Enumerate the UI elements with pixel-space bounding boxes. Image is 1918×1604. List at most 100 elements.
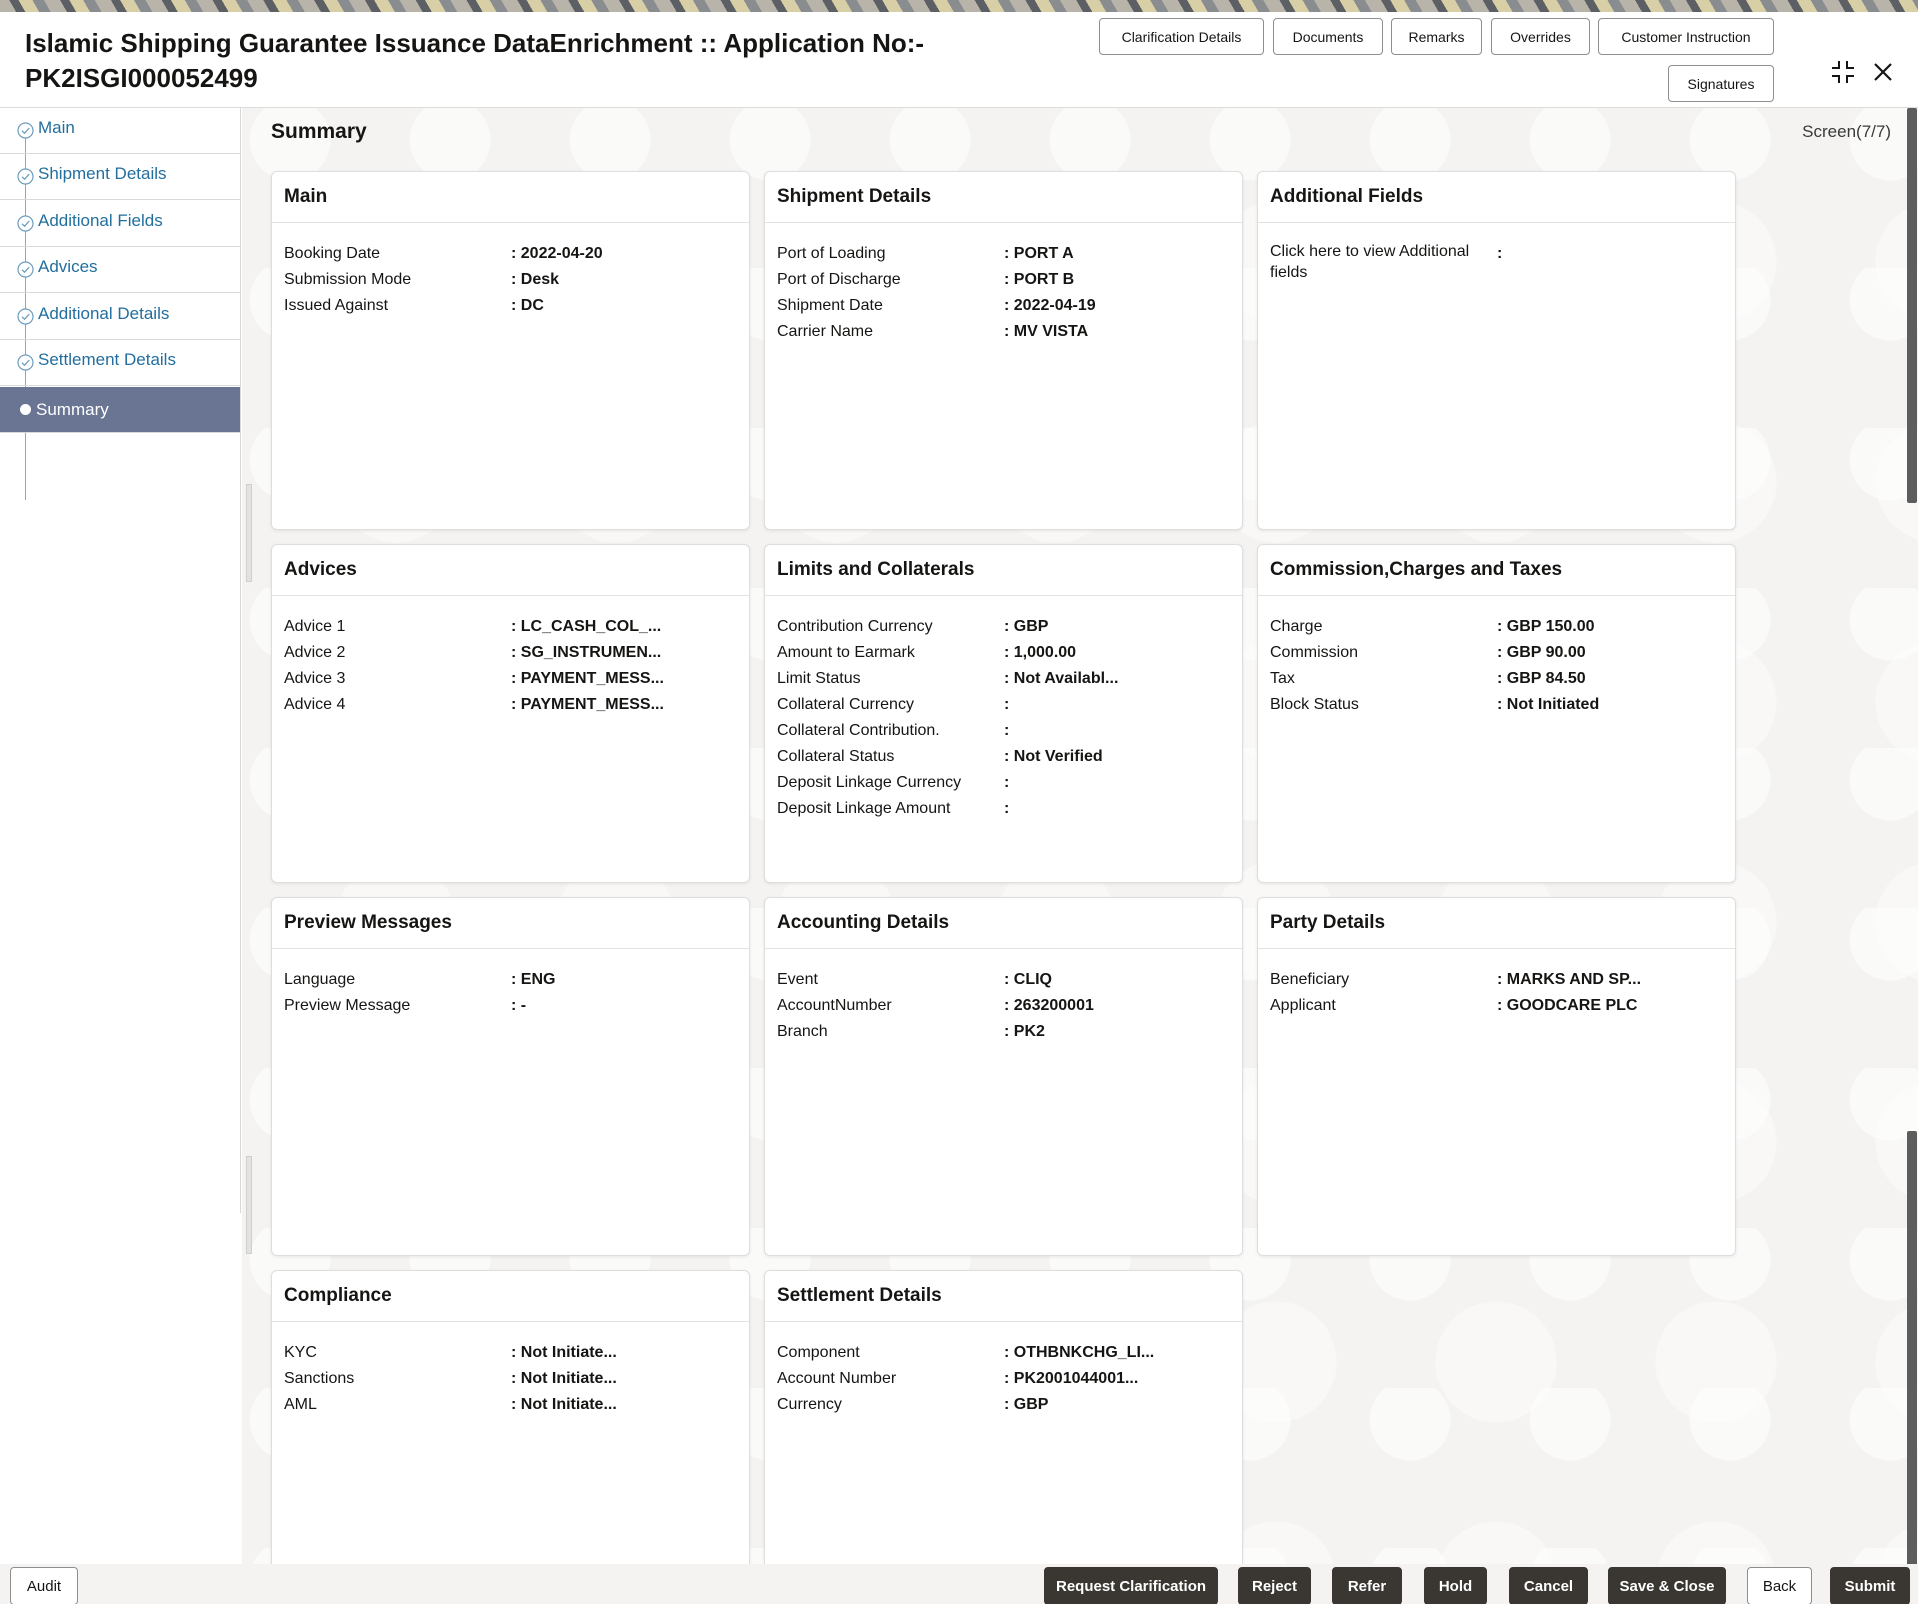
- sidebar-resize-handle[interactable]: [246, 484, 252, 582]
- field-value: : PORT A: [1004, 245, 1074, 262]
- summary-row: Component : OTHBNKCHG_LI...: [777, 1340, 1242, 1366]
- field-label: Collateral Contribution.: [777, 722, 940, 739]
- summary-row: Account Number: PK2001044001...: [777, 1366, 1242, 1392]
- field-label: Beneficiary: [1270, 971, 1350, 988]
- field-value: : GBP 84.50: [1497, 670, 1586, 687]
- field-label: Applicant: [1270, 997, 1336, 1014]
- field-label: Language: [284, 971, 356, 988]
- remarks-button[interactable]: Remarks: [1391, 18, 1482, 55]
- field-value: : Not Initiate...: [511, 1396, 617, 1413]
- audit-button[interactable]: Audit: [10, 1567, 78, 1604]
- sidebar-item-label: Settlement Details: [38, 350, 176, 369]
- submit-button[interactable]: Submit: [1830, 1567, 1910, 1604]
- field-value: : 1,000.00: [1004, 644, 1077, 661]
- field-value: :: [1004, 722, 1010, 739]
- customer-instruction-button[interactable]: Customer Instruction: [1598, 18, 1774, 55]
- summary-row: Contribution Currency: GBP: [777, 614, 1242, 640]
- field-value: : DC: [511, 297, 544, 314]
- field-label: Shipment Date: [777, 297, 883, 314]
- view-additional-fields-link[interactable]: Click here to view Additional fields: [1270, 241, 1497, 283]
- summary-row[interactable]: Click here to view Additional fields:: [1270, 241, 1735, 283]
- field-label: Block Status: [1270, 696, 1359, 713]
- field-value: : ENG: [511, 971, 556, 988]
- sidebar-item-shipment-details[interactable]: Shipment Details: [0, 154, 240, 200]
- close-icon[interactable]: [1870, 59, 1896, 85]
- overrides-button[interactable]: Overrides: [1491, 18, 1590, 55]
- field-label: Collateral Currency: [777, 696, 914, 713]
- save-close-button[interactable]: Save & Close: [1608, 1567, 1726, 1604]
- card-accounting-details: Accounting Details Event: CLIQ AccountNu…: [764, 897, 1243, 1256]
- summary-row: KYC: Not Initiate...: [284, 1340, 749, 1366]
- field-label: Port of Loading: [777, 245, 886, 262]
- back-button[interactable]: Back: [1747, 1567, 1812, 1604]
- field-value: : Not Verified: [1004, 748, 1103, 765]
- field-value: : OTHBNKCHG_LI...: [1004, 1344, 1155, 1361]
- documents-button[interactable]: Documents: [1273, 18, 1383, 55]
- summary-row: Currency: GBP: [777, 1392, 1242, 1418]
- field-value: : LC_CASH_COL_...: [511, 618, 662, 635]
- scrollbar-thumb-top[interactable]: [1907, 108, 1917, 503]
- card-title: Compliance: [272, 1271, 749, 1322]
- check-circle-icon: [17, 122, 34, 139]
- summary-row: Charge: GBP 150.00: [1270, 614, 1735, 640]
- field-label: Currency: [777, 1396, 842, 1413]
- banner-strip: [0, 0, 1918, 12]
- request-clarification-button[interactable]: Request Clarification: [1044, 1567, 1218, 1604]
- card-title: Accounting Details: [765, 898, 1242, 949]
- sidebar-resize-handle[interactable]: [246, 1156, 252, 1254]
- refer-button[interactable]: Refer: [1332, 1567, 1402, 1604]
- field-value: : Not Initiated: [1497, 696, 1600, 713]
- field-value: : -: [511, 997, 527, 1014]
- field-value: : 263200001: [1004, 997, 1094, 1014]
- sidebar-item-settlement-details[interactable]: Settlement Details: [0, 340, 240, 386]
- summary-row: Limit Status: Not Availabl...: [777, 666, 1242, 692]
- card-title: Shipment Details: [765, 172, 1242, 223]
- reject-button[interactable]: Reject: [1238, 1567, 1311, 1604]
- field-value: :: [1004, 696, 1010, 713]
- card-title: Settlement Details: [765, 1271, 1242, 1322]
- page-title: Summary: [271, 120, 367, 143]
- scrollbar-thumb-bottom[interactable]: [1907, 1131, 1917, 1584]
- sidebar-item-advices[interactable]: Advices: [0, 247, 240, 293]
- main-content: Summary Screen(7/7) Main Booking Date: 2…: [242, 108, 1918, 1584]
- field-value: : MV VISTA: [1004, 323, 1089, 340]
- field-label: Account Number: [777, 1370, 897, 1387]
- clarification-details-button[interactable]: Clarification Details: [1099, 18, 1264, 55]
- sidebar-item-additional-fields[interactable]: Additional Fields: [0, 201, 240, 247]
- field-value: : 2022-04-20: [511, 245, 603, 262]
- check-circle-icon: [17, 261, 34, 278]
- compress-icon[interactable]: [1830, 59, 1856, 85]
- field-value: : GBP: [1004, 618, 1049, 635]
- card-advices: Advices Advice 1: LC_CASH_COL_... Advice…: [271, 544, 750, 883]
- field-value: : 2022-04-19: [1004, 297, 1096, 314]
- sidebar-item-main[interactable]: Main: [0, 108, 240, 154]
- field-value: : GBP 90.00: [1497, 644, 1586, 661]
- sidebar-item-summary[interactable]: Summary: [0, 387, 240, 433]
- field-label: Component: [777, 1344, 860, 1361]
- card-preview-messages: Preview Messages Language: ENG Preview M…: [271, 897, 750, 1256]
- signatures-button[interactable]: Signatures: [1668, 65, 1774, 102]
- summary-row: Branch: PK2: [777, 1019, 1242, 1045]
- summary-row: Collateral Contribution.:: [777, 718, 1242, 744]
- field-value: : PK2: [1004, 1023, 1045, 1040]
- summary-row: AML: Not Initiate...: [284, 1392, 749, 1418]
- sidebar-item-label: Main: [38, 118, 75, 137]
- field-value: :: [1004, 774, 1010, 791]
- summary-row: Block Status : Not Initiated: [1270, 692, 1735, 718]
- hold-button[interactable]: Hold: [1424, 1567, 1487, 1604]
- summary-row: Sanctions: Not Initiate...: [284, 1366, 749, 1392]
- summary-row: Port of Loading : PORT A: [777, 241, 1242, 267]
- cancel-button[interactable]: Cancel: [1509, 1567, 1588, 1604]
- sidebar-item-label: Additional Fields: [38, 211, 163, 230]
- field-label: Limit Status: [777, 670, 861, 687]
- summary-row: Collateral Status : Not Verified: [777, 744, 1242, 770]
- field-label: AccountNumber: [777, 997, 892, 1014]
- field-label: KYC: [284, 1344, 317, 1361]
- field-label: Collateral Status: [777, 748, 895, 765]
- summary-row: AccountNumber : 263200001: [777, 993, 1242, 1019]
- field-label: Tax: [1270, 670, 1295, 687]
- sidebar-item-additional-details[interactable]: Additional Details: [0, 294, 240, 340]
- field-label: Sanctions: [284, 1370, 355, 1387]
- summary-row: Applicant: GOODCARE PLC: [1270, 993, 1735, 1019]
- field-value: : GBP 150.00: [1497, 618, 1595, 635]
